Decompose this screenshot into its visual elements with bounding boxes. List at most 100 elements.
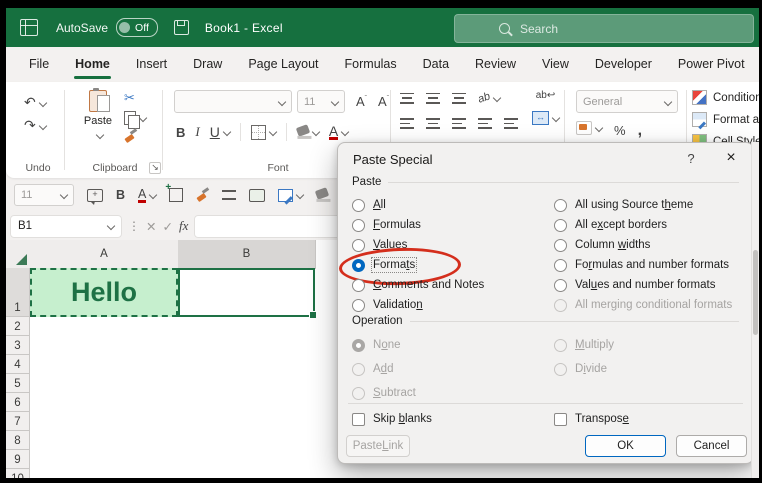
font-name-select[interactable] — [174, 90, 292, 113]
tab-view[interactable]: View — [529, 47, 582, 82]
insert-cells-icon[interactable] — [169, 188, 183, 202]
accounting-format-button[interactable] — [576, 121, 602, 135]
radio-option-values[interactable]: Values — [352, 235, 484, 255]
radio-option-formulas[interactable]: Formulas — [352, 215, 484, 235]
edit-sheet-button[interactable] — [278, 189, 303, 202]
radio-icon[interactable] — [554, 199, 567, 212]
font-size-select[interactable]: 11 — [297, 90, 345, 113]
orientation-button[interactable]: ab — [478, 92, 500, 104]
font-color-button[interactable]: A — [329, 125, 348, 140]
ribbon-style-format-as-table[interactable]: Format as Table — [692, 112, 759, 127]
camera-icon[interactable] — [249, 189, 265, 202]
fill-color-button[interactable] — [297, 129, 319, 135]
row-header-3[interactable]: 3 — [6, 336, 30, 355]
row-header-4[interactable]: 4 — [6, 355, 30, 374]
shrink-font-button[interactable]: Aˇ — [378, 94, 389, 109]
bold-button[interactable]: B — [176, 125, 185, 140]
underline-button[interactable]: U — [210, 124, 230, 140]
redo-button[interactable]: ↷ — [24, 117, 66, 134]
fill-handle[interactable] — [309, 311, 317, 319]
borders-button[interactable] — [251, 125, 276, 140]
radio-option-formulas-and-number-formats[interactable]: Formulas and number formats — [554, 255, 732, 275]
middle-align-icon[interactable] — [426, 93, 440, 104]
tab-formulas[interactable]: Formulas — [332, 47, 410, 82]
increase-indent-icon[interactable] — [504, 118, 518, 129]
merge-center-button[interactable]: ↔ — [532, 111, 559, 125]
cell-b1-selected[interactable] — [178, 268, 315, 317]
align-center-icon[interactable] — [426, 118, 440, 129]
tab-file[interactable]: File — [16, 47, 62, 82]
radio-option-formats[interactable]: Formats — [352, 255, 484, 275]
new-comment-icon[interactable]: + — [87, 189, 103, 202]
tab-insert[interactable]: Insert — [123, 47, 180, 82]
radio-option-comments-and-notes[interactable]: Comments and Notes — [352, 275, 484, 295]
qat-font-color-button[interactable]: A — [138, 188, 156, 203]
radio-icon[interactable] — [352, 299, 365, 312]
radio-icon[interactable] — [554, 279, 567, 292]
search-input[interactable]: Search — [454, 14, 754, 43]
cancel-button[interactable]: Cancel — [676, 435, 747, 457]
format-painter-button[interactable] — [124, 130, 137, 143]
cell-a1[interactable]: Hello — [30, 268, 178, 317]
radio-option-values-and-number-formats[interactable]: Values and number formats — [554, 275, 732, 295]
enter-entry-icon[interactable]: ✓ — [162, 219, 172, 234]
excel-app-icon[interactable] — [20, 19, 38, 36]
paste-dropdown-chevron-icon[interactable] — [96, 131, 104, 139]
top-align-icon[interactable] — [400, 93, 414, 104]
tab-draw[interactable]: Draw — [180, 47, 235, 82]
checkbox-skip-blanks[interactable]: Skip blanks — [352, 409, 432, 429]
radio-option-all[interactable]: All — [352, 195, 484, 215]
radio-icon[interactable] — [554, 219, 567, 232]
radio-icon[interactable] — [352, 199, 365, 212]
radio-icon[interactable] — [554, 239, 567, 252]
ok-button[interactable]: OK — [585, 435, 666, 457]
row-header-9[interactable]: 9 — [6, 450, 30, 469]
wrap-text-button[interactable]: ab↩ — [536, 90, 556, 101]
radio-icon[interactable] — [352, 259, 365, 272]
qat-font-size-select[interactable]: 11 — [14, 184, 74, 206]
qat-bold-button[interactable]: B — [116, 188, 125, 202]
copy-button[interactable] — [124, 111, 146, 125]
insert-function-icon[interactable]: fx — [179, 218, 188, 234]
vertical-scrollbar[interactable] — [751, 142, 759, 478]
italic-button[interactable]: I — [195, 124, 199, 140]
name-box[interactable]: B1 — [10, 215, 122, 238]
tab-page-layout[interactable]: Page Layout — [235, 47, 331, 82]
tab-power-pivot[interactable]: Power Pivot — [665, 47, 758, 82]
autosave-toggle[interactable]: Off — [116, 18, 158, 37]
radio-icon[interactable] — [352, 279, 365, 292]
number-format-select[interactable]: General — [576, 90, 678, 113]
row-header-7[interactable]: 7 — [6, 412, 30, 431]
select-all-button[interactable] — [6, 240, 31, 269]
radio-option-all-using-source-theme[interactable]: All using Source theme — [554, 195, 732, 215]
align-left-icon[interactable] — [400, 118, 414, 129]
clipboard-dialog-launcher[interactable]: ↘ — [149, 162, 161, 174]
row-header-1[interactable]: 1 — [6, 268, 30, 317]
radio-option-validation[interactable]: Validation — [352, 295, 484, 315]
dialog-close-button[interactable]: × — [720, 149, 742, 167]
align-right-icon[interactable] — [452, 118, 466, 129]
row-header-8[interactable]: 8 — [6, 431, 30, 450]
tab-review[interactable]: Review — [462, 47, 529, 82]
grow-font-button[interactable]: Aˆ — [356, 94, 367, 109]
tab-data[interactable]: Data — [410, 47, 462, 82]
comma-style-button[interactable]: , — [638, 122, 642, 140]
decrease-indent-icon[interactable] — [478, 118, 492, 129]
radio-icon[interactable] — [352, 239, 365, 252]
cut-button[interactable]: ✂ — [124, 90, 146, 106]
tab-home[interactable]: Home — [62, 47, 123, 82]
checkbox-box[interactable] — [352, 413, 365, 426]
radio-option-all-except-borders[interactable]: All except borders — [554, 215, 732, 235]
tab-developer[interactable]: Developer — [582, 47, 665, 82]
radio-icon[interactable] — [352, 219, 365, 232]
paste-button[interactable]: Paste — [78, 90, 118, 145]
cancel-entry-icon[interactable]: ✕ — [146, 219, 156, 234]
qat-fill-color-icon[interactable] — [315, 187, 329, 200]
checkbox-box[interactable] — [554, 413, 567, 426]
borders-icon[interactable] — [222, 190, 236, 200]
bottom-align-icon[interactable] — [452, 93, 466, 104]
drag-handle-icon[interactable]: ⋮ — [128, 219, 140, 233]
checkbox-transpose[interactable]: Transpose — [554, 409, 629, 429]
radio-icon[interactable] — [554, 259, 567, 272]
qat-format-painter-icon[interactable] — [196, 189, 209, 202]
